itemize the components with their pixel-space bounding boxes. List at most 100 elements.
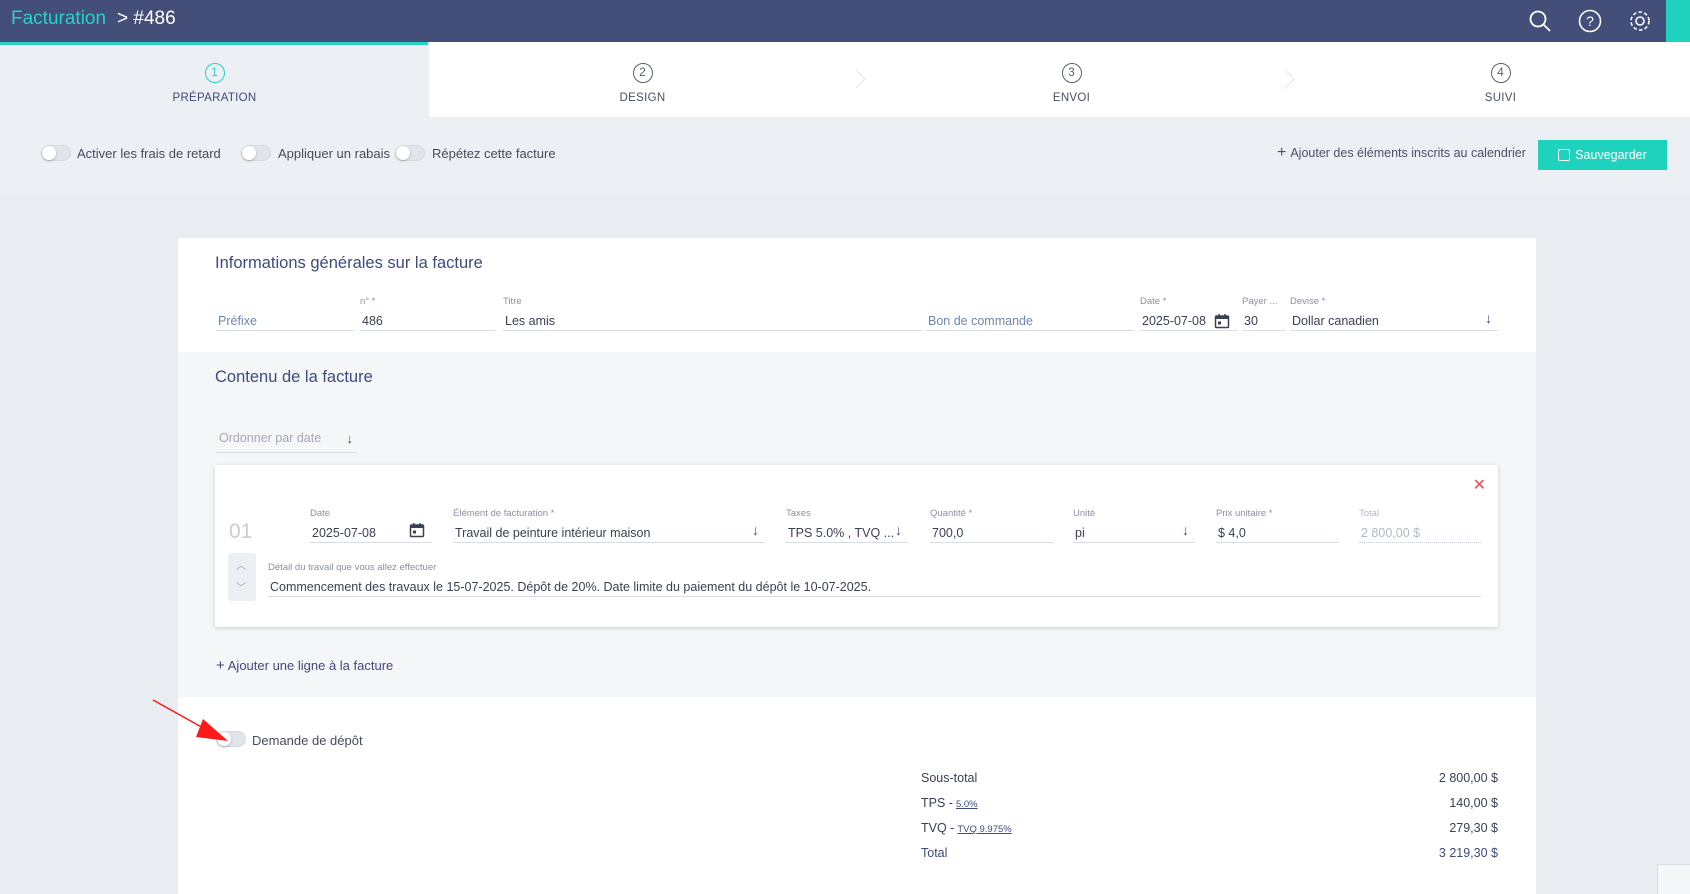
line-item-select[interactable]: Travail de peinture intérieur maison (453, 521, 765, 543)
sort-select[interactable]: Ordonner par date ↓ (216, 431, 357, 453)
tps-rate-link[interactable]: 5.0% (956, 799, 978, 810)
total-row: Total 3 219,30 $ (921, 846, 1498, 871)
add-button[interactable] (1666, 0, 1690, 42)
line-price-input[interactable]: $ 4,0 (1216, 521, 1339, 543)
pay-terms-field[interactable]: Payer ... 30 (1242, 296, 1286, 331)
tps-value: 140,00 $ (1449, 796, 1498, 810)
arrow-down-icon: ↓ (895, 522, 902, 538)
currency-label: Devise * (1290, 296, 1326, 307)
discount-toggle[interactable] (241, 145, 271, 161)
add-line-link[interactable]: + Ajouter une ligne à la facture (216, 657, 393, 674)
deposit-label: Demande de dépôt (252, 733, 363, 748)
search-icon[interactable] (1527, 8, 1553, 34)
total-value: 3 219,30 $ (1438, 846, 1498, 860)
line-unit-field[interactable]: Unité pi ↓ (1073, 508, 1195, 543)
line-date-label: Date (310, 508, 331, 519)
breadcrumb: > #486 (117, 8, 176, 29)
pay-terms-input[interactable]: 30 (1242, 309, 1286, 331)
currency-field[interactable]: Devise * Dollar canadien ↓ (1290, 296, 1498, 331)
top-bar: Facturation > #486 ? (0, 0, 1690, 42)
wizard-steps: 1 PRÉPARATION 2 DESIGN 3 ENVOI 4 SUIVI (0, 42, 1690, 117)
app-title[interactable]: Facturation (11, 8, 106, 30)
line-total-value: 2 800,00 $ (1359, 521, 1481, 543)
number-field[interactable]: n° * 486 (360, 296, 495, 331)
line-detail-field[interactable]: Détail du travail que vous allez effectu… (268, 562, 1481, 597)
plus-icon: + (216, 657, 225, 674)
tps-row: TPS -5.0% 140,00 $ (921, 796, 1498, 821)
step-label: SUIVI (1484, 92, 1517, 104)
repeat-label: Répétez cette facture (432, 146, 556, 161)
step-label: ENVOI (1052, 92, 1091, 104)
currency-select[interactable]: Dollar canadien (1290, 309, 1498, 331)
invoice-card: Informations générales sur la facture Pr… (178, 238, 1536, 894)
line-unit-label: Unité (1073, 508, 1096, 519)
calendar-icon[interactable] (409, 522, 425, 538)
title-input[interactable]: Les amis (503, 309, 922, 331)
step-number: 2 (632, 63, 653, 83)
tvq-row: TVQ - TVQ 9.975% 279,30 $ (921, 821, 1498, 846)
step-number: 1 (204, 63, 225, 83)
step-preparation[interactable]: 1 PRÉPARATION (0, 42, 429, 117)
step-label: PRÉPARATION (172, 92, 257, 104)
save-button[interactable]: Sauvegarder (1538, 140, 1667, 170)
po-field[interactable]: Bon de commande (926, 296, 1134, 331)
repeat-toggle[interactable] (395, 145, 425, 161)
gear-icon[interactable] (1627, 8, 1653, 34)
reorder-handle[interactable]: ︿ ﹀ (228, 553, 256, 601)
calendar-icon[interactable] (1214, 313, 1230, 329)
tvq-label: TVQ - (921, 821, 955, 835)
step-design[interactable]: 2 DESIGN (428, 42, 857, 117)
line-detail-input[interactable]: Commencement des travaux le 15-07-2025. … (268, 575, 1481, 597)
line-unit-select[interactable]: pi (1073, 521, 1195, 543)
line-item-label: Élément de facturation * (453, 508, 555, 519)
svg-text:?: ? (1586, 13, 1594, 29)
save-label: Sauvegarder (1575, 148, 1647, 162)
discount-label: Appliquer un rabais (278, 146, 391, 161)
step-number: 4 (1490, 63, 1511, 83)
step-number: 3 (1061, 63, 1082, 83)
po-input[interactable]: Bon de commande (926, 309, 1134, 331)
line-price-field[interactable]: Prix unitaire * $ 4,0 (1216, 508, 1339, 543)
title-field[interactable]: Titre Les amis (503, 296, 922, 331)
subtotal-row: Sous-total 2 800,00 $ (921, 771, 1498, 796)
arrow-down-icon: ↓ (1485, 310, 1492, 326)
add-calendar-link[interactable]: + Ajouter des éléments inscrits au calend… (1277, 144, 1526, 162)
step-suivi[interactable]: 4 SUIVI (1286, 42, 1690, 117)
late-fees-toggle[interactable] (41, 145, 71, 161)
late-fees-label: Activer les frais de retard (77, 146, 221, 161)
help-icon[interactable]: ? (1577, 8, 1603, 34)
number-input[interactable]: 486 (360, 309, 495, 331)
date-label: Date * (1140, 296, 1167, 307)
recaptcha-badge[interactable] (1657, 864, 1690, 894)
invoice-line: ✕ 01 ︿ ﹀ Date 2025-07-08 Élément de fact… (215, 465, 1498, 627)
prefix-field[interactable]: Préfixe (216, 296, 354, 331)
close-icon[interactable]: ✕ (1473, 475, 1486, 495)
chevron-up-icon[interactable]: ︿ (236, 557, 246, 572)
totals-summary: Sous-total 2 800,00 $ TPS -5.0% 140,00 $… (921, 771, 1498, 871)
line-total-label: Total (1359, 508, 1380, 519)
line-qty-input[interactable]: 700,0 (930, 521, 1054, 543)
line-detail-label: Détail du travail que vous allez effectu… (268, 562, 437, 573)
line-taxes-label: Taxes (786, 508, 811, 519)
line-taxes-select[interactable]: TPS 5.0% , TVQ ... (786, 521, 908, 543)
plus-icon: + (1277, 144, 1287, 161)
line-item-field[interactable]: Élément de facturation * Travail de pein… (453, 508, 765, 543)
step-label: DESIGN (619, 92, 666, 104)
step-progress (0, 42, 428, 45)
line-price-label: Prix unitaire * (1216, 508, 1273, 519)
arrow-down-icon: ↓ (1182, 522, 1189, 538)
prefix-input[interactable]: Préfixe (216, 309, 354, 331)
tps-label: TPS - (921, 796, 953, 810)
line-qty-field[interactable]: Quantité * 700,0 (930, 508, 1054, 543)
total-label: Total (921, 846, 948, 860)
line-qty-label: Quantité * (930, 508, 973, 519)
pay-terms-label: Payer ... (1242, 296, 1278, 307)
chevron-down-icon[interactable]: ﹀ (236, 579, 246, 594)
tvq-rate-link[interactable]: TVQ 9.975% (957, 824, 1011, 835)
arrow-down-icon: ↓ (752, 522, 759, 538)
subtotal-value: 2 800,00 $ (1438, 771, 1498, 785)
subtotal-label: Sous-total (921, 771, 978, 785)
line-taxes-field[interactable]: Taxes TPS 5.0% , TVQ ... ↓ (786, 508, 908, 543)
step-envoi[interactable]: 3 ENVOI (857, 42, 1286, 117)
content-title: Contenu de la facture (215, 368, 373, 386)
